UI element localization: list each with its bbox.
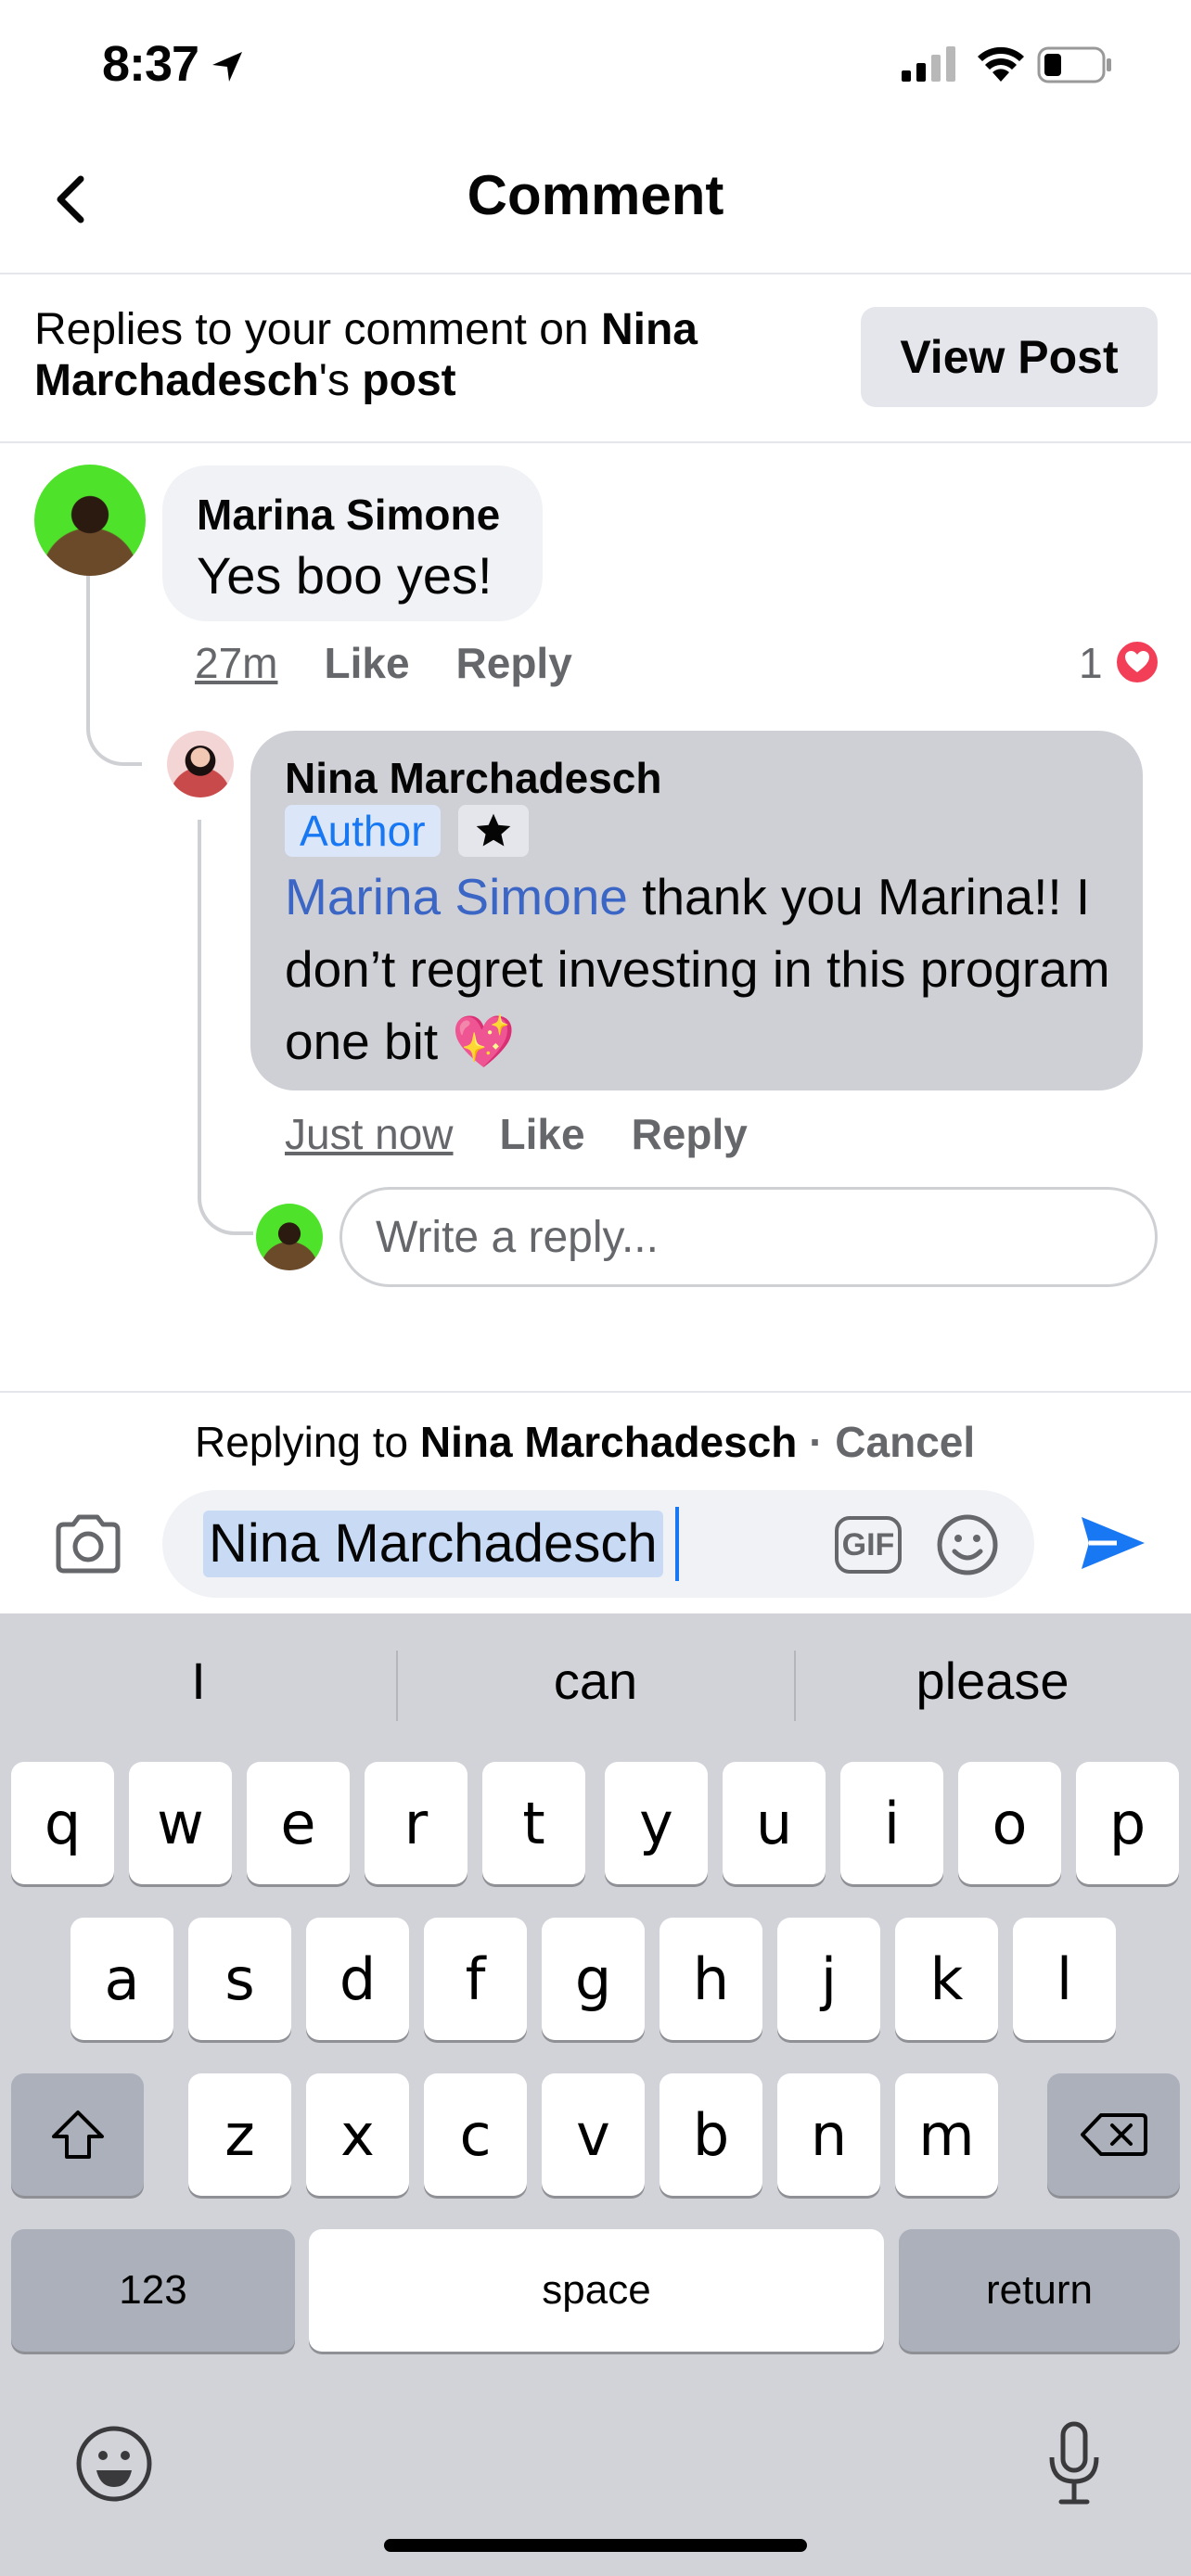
backspace-icon — [1080, 2113, 1147, 2156]
thread-line — [198, 820, 253, 1235]
author-badge: Author — [285, 805, 441, 857]
comment-author[interactable]: Marina Simone — [197, 490, 500, 540]
replying-name: Nina Marchadesch — [419, 1418, 798, 1466]
key[interactable]: h — [660, 1918, 762, 2040]
comment-bubble-selected[interactable]: Nina Marchadesch Author Marina Simone th… — [250, 731, 1143, 1090]
key[interactable]: z — [188, 2073, 291, 2196]
banner-post-word: post — [362, 356, 456, 405]
key[interactable]: s — [188, 1918, 291, 2040]
star-icon — [476, 813, 511, 847]
space-key[interactable]: space — [309, 2229, 884, 2352]
emoji-icon[interactable] — [935, 1512, 1000, 1577]
suggestion-item[interactable]: can — [397, 1651, 794, 1711]
shift-icon — [51, 2111, 104, 2159]
key[interactable]: q — [11, 1762, 114, 1884]
replying-prefix: Replying to — [195, 1418, 420, 1466]
key[interactable]: w — [129, 1762, 232, 1884]
key[interactable]: t — [482, 1762, 585, 1884]
avatar-nina[interactable] — [167, 731, 234, 797]
reaction-count[interactable]: 1 — [1079, 638, 1103, 688]
comment-text: Yes boo yes! — [197, 546, 493, 605]
return-key[interactable]: return — [899, 2229, 1180, 2352]
key[interactable]: d — [306, 1918, 409, 2040]
replies-banner: Replies to your comment on Nina Marchade… — [0, 276, 1191, 443]
home-indicator[interactable] — [384, 2539, 807, 2552]
backspace-key[interactable] — [1047, 2073, 1180, 2196]
wifi-icon — [978, 46, 1024, 82]
comment-actions: 27m Like Reply — [195, 638, 572, 688]
key[interactable]: l — [1013, 1918, 1116, 2040]
comment-timestamp[interactable]: 27m — [195, 639, 277, 687]
comment-input[interactable]: Nina Marchadesch GIF — [162, 1490, 1034, 1598]
key[interactable]: o — [958, 1762, 1061, 1884]
suggestion-item[interactable]: I — [0, 1651, 397, 1711]
nav-header: Comment — [0, 139, 1191, 274]
location-arrow-icon — [212, 52, 242, 82]
key[interactable]: n — [777, 2073, 880, 2196]
comment-actions: Just now Like Reply — [285, 1109, 748, 1159]
avatar-marina[interactable] — [34, 465, 146, 576]
suggestion-bar: I can please — [0, 1613, 1191, 1751]
comment-bubble[interactable]: Marina Simone Yes boo yes! — [162, 465, 543, 621]
signal-icon — [902, 46, 955, 82]
key[interactable]: a — [70, 1918, 173, 2040]
text-caret — [675, 1507, 679, 1581]
replying-to-bar: Replying to Nina Marchadesch · Cancel — [195, 1417, 975, 1467]
comment-text: Marina Simone thank you Marina!! I don’t… — [285, 861, 1120, 1078]
composer: Replying to Nina Marchadesch · Cancel Ni… — [0, 1391, 1191, 1612]
like-button[interactable]: Like — [500, 1110, 585, 1158]
comment-input-value: Nina Marchadesch — [203, 1511, 663, 1577]
camera-icon[interactable] — [51, 1508, 125, 1582]
shift-key[interactable] — [11, 2073, 144, 2196]
comment-timestamp[interactable]: Just now — [285, 1110, 454, 1158]
avatar-current-user — [256, 1204, 323, 1270]
key[interactable]: m — [895, 2073, 998, 2196]
banner-text: Replies to your comment on Nina Marchade… — [34, 304, 795, 406]
heart-reaction[interactable] — [1113, 638, 1161, 686]
suggestion-item[interactable]: please — [794, 1651, 1191, 1711]
separator: · — [797, 1418, 836, 1466]
microphone-icon[interactable] — [1046, 2420, 1102, 2507]
status-bar: 8:37 — [0, 0, 1191, 130]
gif-button[interactable]: GIF — [835, 1516, 902, 1574]
key[interactable]: p — [1076, 1762, 1179, 1884]
page-title: Comment — [467, 164, 724, 226]
emoji-keyboard-icon[interactable] — [74, 2424, 154, 2504]
star-badge — [458, 805, 529, 857]
banner-possessive: 's — [318, 356, 363, 405]
reply-button[interactable]: Reply — [632, 1110, 748, 1158]
keyboard: I can please q w e r t y u i o p a s d f… — [0, 1613, 1191, 2576]
mention-link[interactable]: Marina Simone — [285, 868, 628, 925]
comment-author[interactable]: Nina Marchadesch — [285, 753, 661, 803]
send-icon[interactable] — [1076, 1506, 1150, 1580]
numbers-key[interactable]: 123 — [11, 2229, 295, 2352]
key[interactable]: j — [777, 1918, 880, 2040]
key[interactable]: g — [542, 1918, 645, 2040]
cancel-reply-button[interactable]: Cancel — [835, 1418, 975, 1466]
like-button[interactable]: Like — [324, 639, 409, 687]
key[interactable]: c — [424, 2073, 527, 2196]
key[interactable]: u — [723, 1762, 826, 1884]
key[interactable]: v — [542, 2073, 645, 2196]
write-reply-input[interactable]: Write a reply... — [339, 1187, 1158, 1287]
reply-button[interactable]: Reply — [456, 639, 572, 687]
key[interactable]: f — [424, 1918, 527, 2040]
key[interactable]: i — [840, 1762, 943, 1884]
key[interactable]: r — [365, 1762, 467, 1884]
key[interactable]: k — [895, 1918, 998, 2040]
view-post-button[interactable]: View Post — [861, 307, 1158, 407]
heart-icon — [1125, 651, 1149, 672]
battery-icon — [1037, 46, 1111, 83]
thread-line — [86, 575, 142, 766]
key[interactable]: x — [306, 2073, 409, 2196]
banner-prefix: Replies to your comment on — [34, 305, 601, 354]
key[interactable]: e — [247, 1762, 350, 1884]
status-time: 8:37 — [102, 36, 199, 92]
key[interactable]: b — [660, 2073, 762, 2196]
key[interactable]: y — [605, 1762, 708, 1884]
